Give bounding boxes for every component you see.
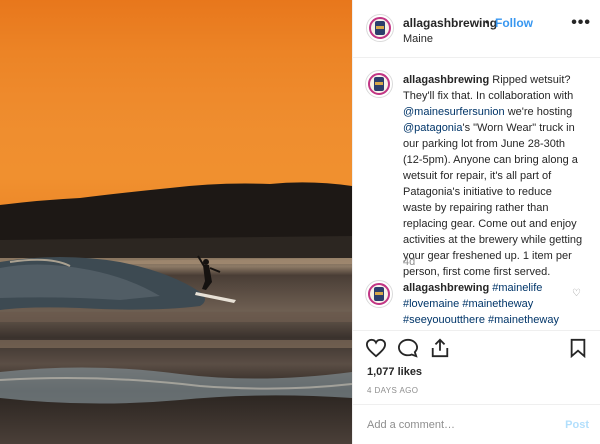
like-count[interactable]: 1,077 likes	[367, 366, 422, 378]
comment-avatar[interactable]	[365, 280, 393, 308]
post-photo[interactable]	[0, 0, 352, 444]
post-side-panel: allagashbrewing • Follow Maine ••• allag…	[352, 0, 600, 444]
caption-text-part: 's "Worn Wear" truck in our parking lot …	[403, 122, 583, 278]
post-header: allagashbrewing • Follow Maine •••	[353, 0, 600, 58]
post-comment-button[interactable]: Post	[565, 419, 589, 431]
caption-avatar[interactable]	[365, 70, 393, 98]
caption-username[interactable]: allagashbrewing	[403, 74, 489, 86]
hashtag-link[interactable]: #mainetheway	[462, 298, 533, 310]
hashtag-comment: allagashbrewing #mainelife #lovemaine #m…	[403, 280, 583, 328]
hashtag-link[interactable]: #mainelife	[492, 282, 542, 294]
mention-link[interactable]: @mainesurfersunion	[403, 106, 505, 118]
hashtag-link[interactable]: #mainetheway	[488, 314, 559, 326]
add-comment-bar: Add a comment… Post	[353, 404, 600, 444]
caption-text-part: we're hosting	[504, 106, 573, 118]
comment-like-icon[interactable]: ♡	[572, 288, 581, 299]
location-link[interactable]: Maine	[403, 33, 433, 45]
mention-link[interactable]: @patagonia	[403, 122, 463, 134]
post-caption: allagashbrewing Ripped wetsuit? They'll …	[403, 72, 583, 280]
heart-icon[interactable]	[365, 338, 387, 358]
post-date[interactable]: 4 DAYS AGO	[367, 386, 418, 395]
follow-button[interactable]: Follow	[495, 16, 533, 30]
share-icon[interactable]	[429, 338, 451, 358]
surfer-photo-art	[0, 182, 352, 404]
avatar[interactable]	[366, 14, 394, 42]
more-options-icon[interactable]: •••	[571, 14, 591, 32]
caption-time[interactable]: 4d	[403, 256, 415, 268]
hashtag-link[interactable]: #seeyououtthere	[403, 314, 485, 326]
username-link[interactable]: allagashbrewing	[403, 16, 497, 30]
hashtag-link[interactable]: #lovemaine	[403, 298, 459, 310]
comment-username[interactable]: allagashbrewing	[403, 282, 489, 294]
comment-input[interactable]: Add a comment…	[367, 419, 455, 431]
comments-section: allagashbrewing Ripped wetsuit? They'll …	[353, 58, 600, 330]
action-bar	[353, 330, 600, 360]
separator-dot: •	[485, 15, 490, 29]
bookmark-icon[interactable]	[569, 338, 587, 358]
comment-icon[interactable]	[397, 338, 419, 358]
